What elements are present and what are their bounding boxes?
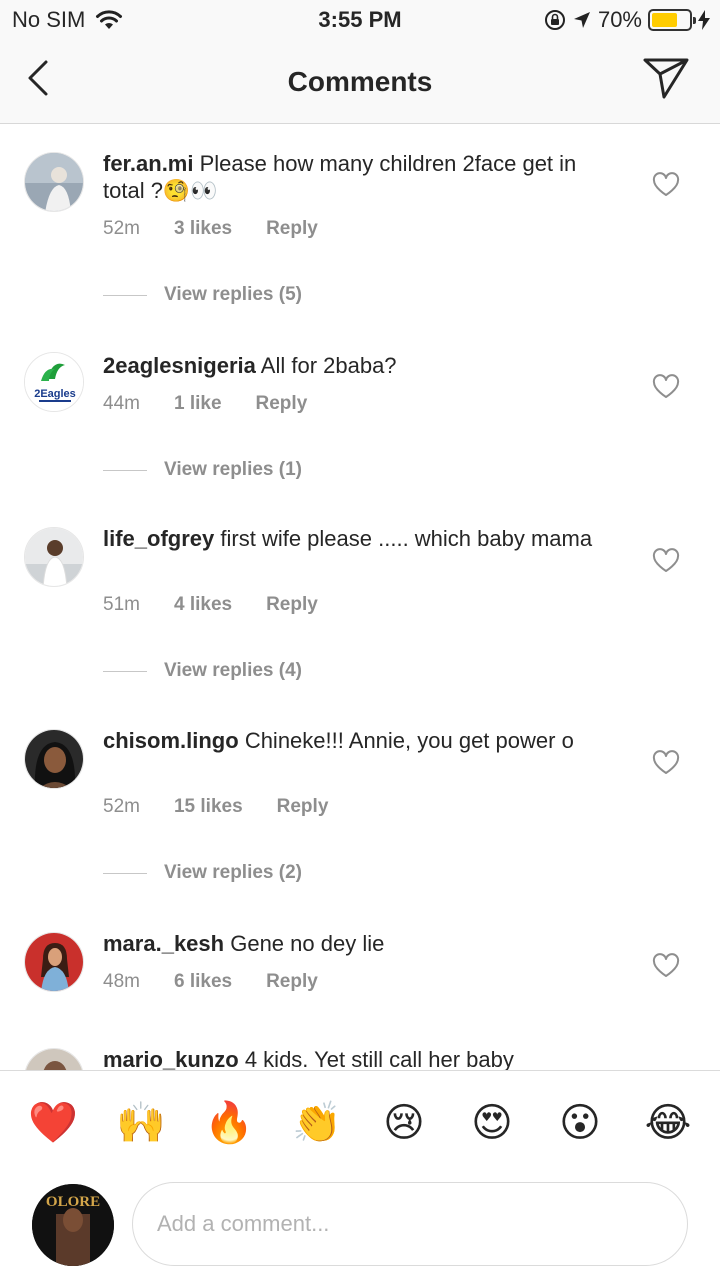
comment-meta: 52m 3 likes Reply	[103, 218, 318, 240]
emoji-raised-hands-button[interactable]: 🙌	[116, 1099, 166, 1147]
reply-button[interactable]: Reply	[266, 971, 318, 993]
comment-username[interactable]: fer.an.mi	[103, 151, 193, 176]
heart-icon[interactable]	[652, 548, 680, 574]
reply-button[interactable]: Reply	[277, 796, 329, 818]
emoji-heart-eyes-button[interactable]: 😍	[468, 1099, 516, 1147]
my-avatar[interactable]: OLORE	[32, 1184, 114, 1266]
comment-body: Gene no dey lie	[230, 931, 385, 956]
comment-meta: 51m 4 likes Reply	[103, 594, 318, 616]
comment-body: 4 kids. Yet still call her baby	[244, 1047, 514, 1070]
comments-list[interactable]: fer.an.mi Please how many children 2face…	[0, 124, 720, 1070]
carrier-label: No SIM	[12, 7, 86, 32]
view-replies-label: View replies (1)	[164, 459, 302, 480]
comment-text: fer.an.mi Please how many children 2face…	[103, 150, 613, 204]
comment-text: 2eaglesnigeria All for 2baba?	[103, 352, 613, 379]
replies-divider	[103, 872, 147, 874]
view-replies-button[interactable]: View replies (2)	[103, 862, 302, 884]
view-replies-label: View replies (2)	[164, 862, 302, 883]
page-title: Comments	[287, 66, 433, 97]
comment-username[interactable]: 2eaglesnigeria	[103, 353, 256, 378]
comment-meta: 48m 6 likes Reply	[103, 971, 318, 993]
view-replies-button[interactable]: View replies (4)	[103, 660, 302, 682]
emoji-laughing-button[interactable]: 😂	[644, 1099, 692, 1147]
avatar[interactable]	[24, 1048, 84, 1070]
comment-time: 52m	[103, 796, 140, 817]
view-replies-button[interactable]: View replies (1)	[103, 459, 302, 481]
avatar[interactable]	[24, 152, 84, 212]
view-replies-label: View replies (5)	[164, 284, 302, 305]
comment-meta: 52m 15 likes Reply	[103, 796, 328, 818]
comment-username[interactable]: life_ofgrey	[103, 526, 214, 551]
wifi-icon	[96, 10, 123, 29]
heart-icon[interactable]	[652, 953, 680, 979]
comment-username[interactable]: chisom.lingo	[103, 728, 239, 753]
comment-meta: 44m 1 like Reply	[103, 393, 307, 415]
comment-username[interactable]: mara._kesh	[103, 931, 224, 956]
emoji-clap-button[interactable]: 👏	[292, 1099, 342, 1147]
comment-text: life_ofgrey first wife please ..... whic…	[103, 525, 613, 552]
my-avatar-text: OLORE	[46, 1194, 100, 1210]
comment-body: first wife please ..... which baby mama	[220, 526, 593, 551]
replies-divider	[103, 670, 147, 672]
avatar[interactable]	[24, 527, 84, 587]
avatar[interactable]	[24, 932, 84, 992]
comment-likes[interactable]: 3 likes	[174, 218, 232, 240]
status-left: No SIM	[12, 7, 123, 33]
avatar[interactable]	[24, 729, 84, 789]
comment-body: Chineke!!! Annie, you get power o	[244, 728, 574, 753]
comment-likes[interactable]: 1 like	[174, 393, 222, 415]
charging-bolt-icon	[698, 10, 710, 30]
back-chevron-icon[interactable]	[22, 58, 62, 98]
comment-time: 44m	[103, 393, 140, 414]
comment-likes[interactable]: 15 likes	[174, 796, 243, 818]
replies-divider	[103, 469, 147, 471]
comment-text: chisom.lingo Chineke!!! Annie, you get p…	[103, 727, 613, 754]
nav-bar: Comments	[0, 40, 720, 124]
replies-divider	[103, 294, 147, 296]
view-replies-button[interactable]: View replies (5)	[103, 284, 302, 306]
comment-time: 52m	[103, 218, 140, 239]
comment-likes[interactable]: 6 likes	[174, 971, 232, 993]
orientation-lock-icon	[544, 10, 565, 30]
comment-username[interactable]: mario_kunzo	[103, 1047, 239, 1070]
avatar-logo-text: 2Eagles	[34, 388, 76, 400]
comment-time: 51m	[103, 594, 140, 615]
comment-input[interactable]	[132, 1182, 688, 1266]
comment-text: mara._kesh Gene no dey lie	[103, 930, 613, 957]
battery-percent: 70%	[597, 7, 642, 32]
comment-time: 48m	[103, 971, 140, 992]
battery-icon	[648, 9, 696, 31]
location-icon	[573, 12, 590, 28]
avatar[interactable]: 2Eagles	[24, 352, 84, 412]
comment-text: mario_kunzo 4 kids. Yet still call her b…	[103, 1046, 613, 1070]
emoji-bar: ❤️ 🙌 🔥 👏 😢 😍 😮 😂	[0, 1070, 720, 1170]
emoji-fire-button[interactable]: 🔥	[204, 1099, 254, 1147]
heart-icon[interactable]	[652, 374, 680, 400]
reply-button[interactable]: Reply	[266, 218, 318, 240]
reply-button[interactable]: Reply	[266, 594, 318, 616]
status-right: 70%	[544, 7, 710, 33]
comment-likes[interactable]: 4 likes	[174, 594, 232, 616]
heart-icon[interactable]	[652, 172, 680, 198]
comment-body: All for 2baba?	[260, 353, 397, 378]
comment-input-row: OLORE	[0, 1170, 720, 1280]
heart-icon[interactable]	[652, 750, 680, 776]
emoji-surprised-button[interactable]: 😮	[556, 1099, 604, 1147]
view-replies-label: View replies (4)	[164, 660, 302, 681]
battery-fill	[652, 13, 678, 27]
emoji-heart-button[interactable]: ❤️	[28, 1099, 78, 1147]
paper-plane-icon[interactable]	[642, 56, 690, 100]
emoji-crying-button[interactable]: 😢	[380, 1099, 428, 1147]
status-bar: No SIM 3:55 PM 70%	[0, 0, 720, 40]
reply-button[interactable]: Reply	[256, 393, 308, 415]
